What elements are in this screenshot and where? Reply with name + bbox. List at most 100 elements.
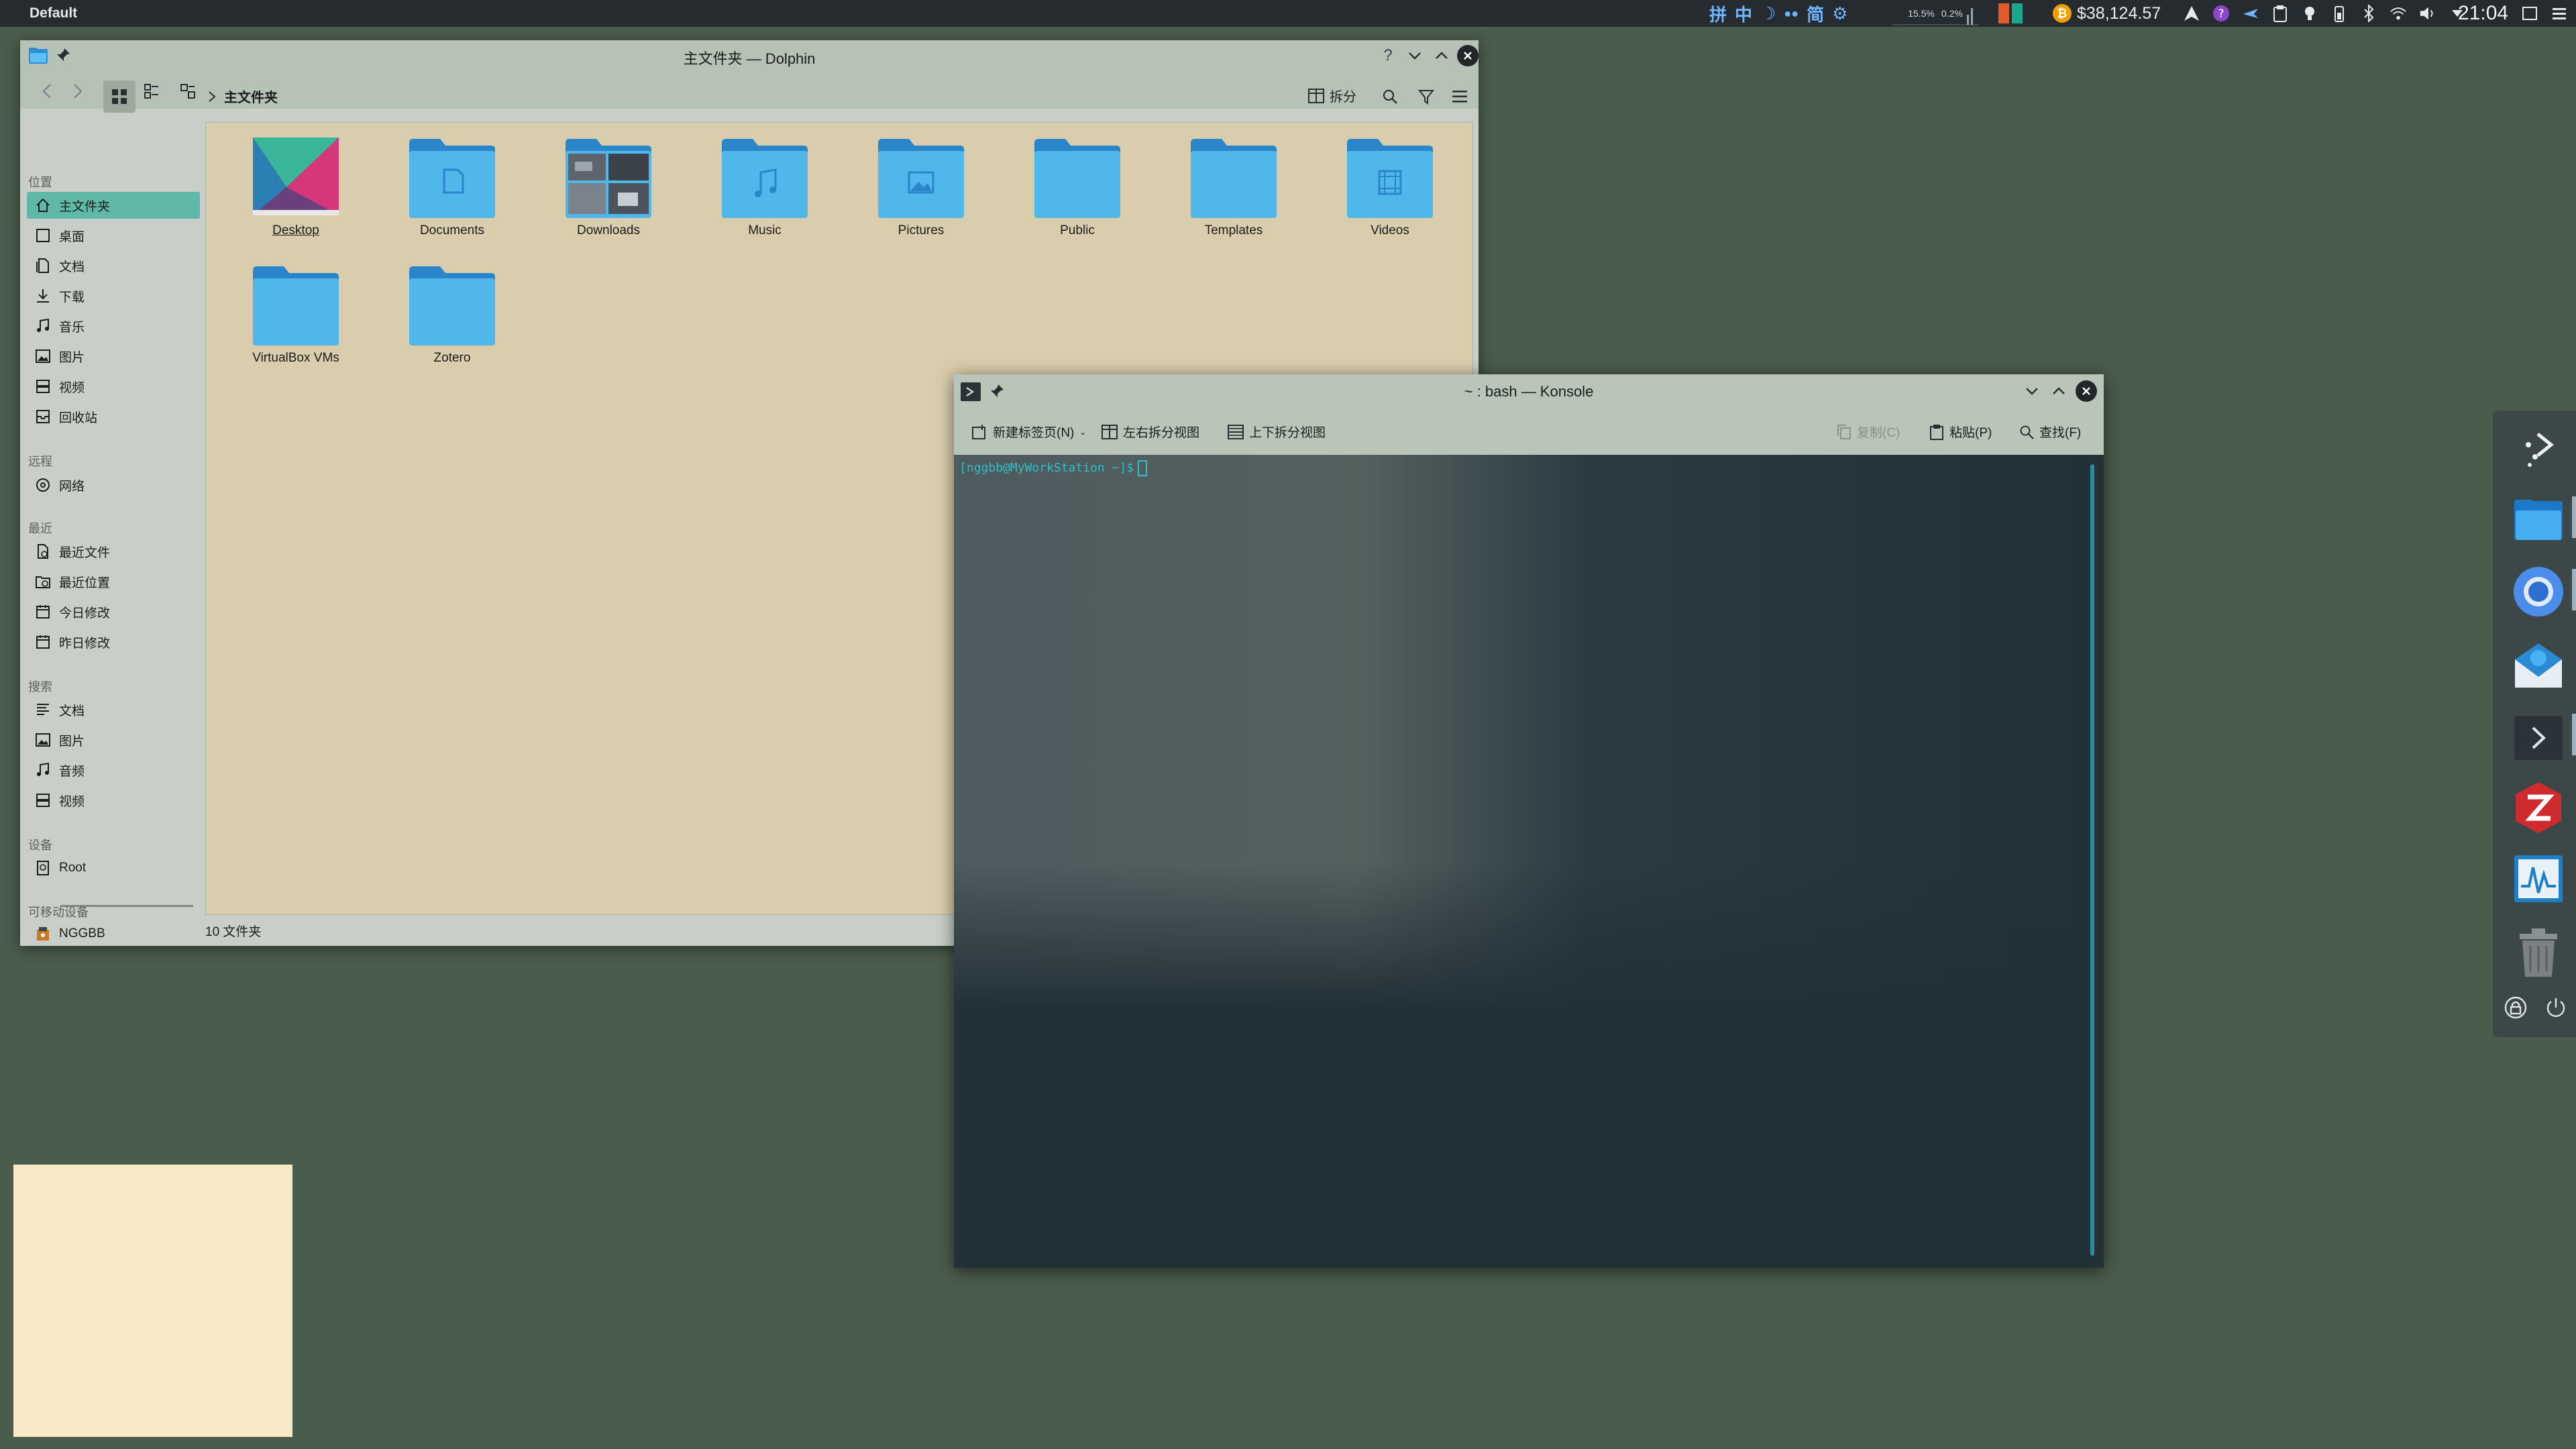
sidebar-item-recent-files[interactable]: 最近文件	[27, 538, 200, 565]
icons-view-button[interactable]	[103, 80, 136, 113]
file-item-zotero[interactable]: Zotero	[385, 265, 519, 366]
sidebar-item-network[interactable]: 网络	[27, 472, 200, 498]
activity-switcher[interactable]: Default	[30, 5, 77, 21]
bluetooth-icon[interactable]	[2360, 5, 2377, 22]
show-desktop-icon[interactable]	[2520, 0, 2540, 27]
sidebar-item-documents[interactable]: 文档	[27, 252, 200, 279]
new-tab-label: 新建标签页(N)	[993, 426, 1075, 440]
forward-button[interactable]	[64, 78, 91, 105]
trash-icon	[2520, 928, 2557, 977]
sidebar-item-pictures[interactable]: 图片	[27, 343, 200, 370]
panel-menu-icon[interactable]	[2549, 0, 2569, 27]
battery-icon[interactable]	[2330, 5, 2348, 22]
konsole-titlebar[interactable]: ~ : bash — Konsole	[954, 374, 2104, 408]
maximize-button[interactable]	[2049, 381, 2069, 401]
sidebar-item-label: 文档	[59, 704, 85, 718]
compact-view-button[interactable]	[174, 78, 201, 105]
file-item-pictures[interactable]: Pictures	[854, 138, 988, 238]
paste-button[interactable]: 粘贴(P)	[1929, 423, 1992, 441]
sidebar-item-search-documents[interactable]: 文档	[27, 696, 200, 723]
kickoff-launcher[interactable]	[2510, 420, 2567, 476]
volume-icon[interactable]	[2419, 5, 2436, 22]
cpu-monitor[interactable]: 15.5% 0.2%	[1892, 0, 1979, 27]
split-left-right-button[interactable]: 左右拆分视图	[1102, 423, 1199, 441]
sidebar-item-trash[interactable]: 回收站	[27, 403, 200, 430]
ime-punct-icon[interactable]: ●●	[1784, 7, 1799, 21]
sidebar-item-desktop[interactable]: 桌面	[27, 222, 200, 249]
calendar-icon	[34, 633, 52, 651]
sticky-note-widget[interactable]	[13, 1165, 292, 1437]
file-item-public[interactable]: Public	[1010, 138, 1144, 238]
file-item-documents[interactable]: Documents	[385, 138, 519, 238]
sidebar-item-search-audio[interactable]: 音频	[27, 757, 200, 784]
filter-button[interactable]	[1414, 85, 1438, 109]
sidebar-item-modified-today[interactable]: 今日修改	[27, 598, 200, 625]
details-view-button[interactable]	[138, 78, 165, 105]
arch-icon[interactable]	[2183, 5, 2200, 22]
split-top-bottom-button[interactable]: 上下拆分视图	[1228, 423, 1326, 441]
ime-simplified-icon[interactable]: 简	[1807, 1, 1824, 26]
copy-icon	[1837, 424, 1851, 439]
dock-dolphin[interactable]	[2510, 492, 2567, 549]
power-button[interactable]	[2542, 994, 2569, 1021]
ime-pinyin-icon[interactable]: 拼	[1709, 1, 1727, 26]
memory-monitor[interactable]	[1996, 0, 2025, 27]
terminal-view[interactable]: [nggbb@MyWorkStation ~]$	[954, 455, 2104, 1268]
file-item-templates[interactable]: Templates	[1167, 138, 1301, 238]
wifi-icon[interactable]	[2390, 5, 2407, 22]
dock-chromium[interactable]	[2510, 564, 2567, 620]
search-button[interactable]	[1378, 85, 1402, 109]
help-icon[interactable]: ?	[2212, 5, 2230, 22]
sidebar-item-recent-locations[interactable]: 最近位置	[27, 568, 200, 595]
clock[interactable]: 21:04	[2458, 0, 2508, 27]
bitcoin-ticker[interactable]: ₿ $38,124.57	[2053, 0, 2161, 27]
sidebar-item-label: 图片	[59, 350, 85, 365]
dock-trash[interactable]	[2510, 924, 2567, 981]
find-button[interactable]: 查找(F)	[2019, 423, 2081, 441]
sidebar-item-nggbb[interactable]: NGGBB	[27, 920, 200, 947]
plane-icon[interactable]	[2242, 5, 2259, 22]
terminal-scrollbar[interactable]	[2090, 464, 2094, 1256]
dolphin-titlebar[interactable]: 主文件夹 — Dolphin ?	[20, 40, 1479, 71]
dock-konsole[interactable]	[2510, 710, 2567, 766]
split-button[interactable]: 拆分	[1308, 86, 1356, 105]
ime-chinese-icon[interactable]: 中	[1735, 1, 1752, 26]
ime-settings-icon[interactable]: ⚙	[1832, 3, 1847, 24]
help-button[interactable]: ?	[1378, 46, 1398, 66]
lock-screen-button[interactable]	[2502, 994, 2529, 1021]
sidebar-item-home[interactable]: 主文件夹	[27, 192, 200, 219]
input-method-tray[interactable]: 拼 中 ☽ ●● 简 ⚙	[1709, 0, 1847, 27]
new-tab-button[interactable]: 新建标签页(N) ⌄	[971, 423, 1086, 441]
maximize-button[interactable]	[1432, 46, 1452, 66]
minimize-button[interactable]	[1405, 46, 1425, 66]
hamburger-menu-button[interactable]	[1448, 85, 1472, 109]
dock-zotero[interactable]	[2510, 780, 2567, 836]
copy-button[interactable]: 复制(C)	[1837, 423, 1900, 441]
documents-icon	[34, 700, 52, 719]
file-item-downloads[interactable]: Downloads	[541, 138, 676, 238]
sidebar-item-root[interactable]: Root	[27, 855, 200, 881]
file-item-music[interactable]: Music	[698, 138, 832, 238]
minimize-button[interactable]	[2022, 381, 2042, 401]
sidebar-item-modified-yesterday[interactable]: 昨日修改	[27, 629, 200, 655]
sidebar-item-music[interactable]: 音乐	[27, 313, 200, 339]
sidebar-item-search-pictures[interactable]: 图片	[27, 727, 200, 753]
breadcrumb-home[interactable]: 主文件夹	[224, 87, 278, 106]
cpu-label: 15.5%	[1908, 8, 1935, 19]
close-button[interactable]	[1457, 45, 1479, 66]
copy-label: 复制(C)	[1857, 426, 1900, 440]
back-button[interactable]	[34, 78, 60, 105]
close-button[interactable]	[2076, 380, 2097, 402]
ime-moon-icon[interactable]: ☽	[1760, 3, 1776, 24]
file-item-videos[interactable]: Videos	[1323, 138, 1457, 238]
dock-mail[interactable]	[2510, 637, 2567, 694]
file-item-virtualbox-vms[interactable]: VirtualBox VMs	[229, 265, 363, 366]
clipboard-icon[interactable]	[2271, 5, 2289, 22]
notifications-icon[interactable]	[2301, 5, 2318, 22]
sidebar-item-downloads[interactable]: 下载	[27, 282, 200, 309]
sidebar-item-search-videos[interactable]: 视频	[27, 787, 200, 814]
breadcrumb[interactable]: 主文件夹	[208, 87, 278, 106]
file-item-desktop[interactable]: Desktop	[229, 138, 363, 238]
dock-system-monitor[interactable]	[2510, 851, 2567, 907]
sidebar-item-videos[interactable]: 视频	[27, 373, 200, 400]
